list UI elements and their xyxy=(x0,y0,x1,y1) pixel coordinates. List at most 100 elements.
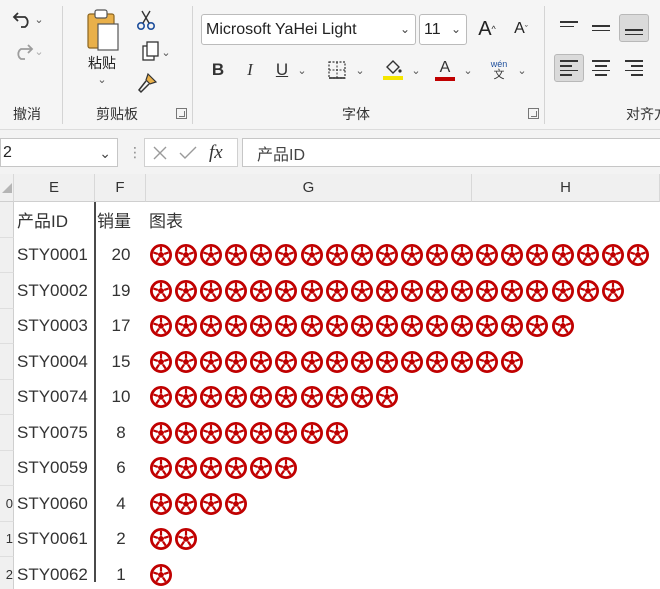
cell-icon-chart[interactable] xyxy=(149,451,657,487)
cell-sales[interactable]: 10 xyxy=(97,380,145,416)
align-left-button[interactable] xyxy=(554,54,584,82)
cell-sales[interactable]: 17 xyxy=(97,309,145,345)
column-header-f[interactable]: F xyxy=(95,174,146,202)
row-header[interactable] xyxy=(0,202,14,238)
soccer-ball-icon xyxy=(200,457,223,480)
cell-icon-chart[interactable] xyxy=(149,238,657,274)
font-color-button[interactable]: A xyxy=(430,56,460,84)
cell-sales[interactable]: 1 xyxy=(97,557,145,589)
align-center-button[interactable] xyxy=(586,54,616,82)
cancel-icon[interactable] xyxy=(153,146,167,160)
soccer-ball-icon xyxy=(375,279,398,302)
underline-button[interactable]: U xyxy=(270,56,294,84)
cell-product-id[interactable]: STY0060 xyxy=(17,486,93,522)
header-cell-product-id[interactable]: 产品ID xyxy=(17,202,93,238)
soccer-ball-icon xyxy=(325,279,348,302)
row-header[interactable] xyxy=(0,415,14,451)
font-launcher-icon[interactable] xyxy=(528,108,539,119)
italic-button[interactable]: I xyxy=(238,56,262,84)
cell-product-id[interactable]: STY0075 xyxy=(17,415,93,451)
row-header[interactable] xyxy=(0,237,14,273)
cell-product-id[interactable]: STY0003 xyxy=(17,309,93,345)
row-header[interactable]: 2 xyxy=(0,557,14,589)
cell-product-id[interactable]: STY0001 xyxy=(17,238,93,274)
soccer-ball-icon xyxy=(150,528,172,551)
enter-check-icon[interactable] xyxy=(179,146,197,160)
format-painter-button[interactable] xyxy=(134,70,160,96)
select-all-corner[interactable] xyxy=(0,174,14,202)
header-cell-sales[interactable]: 销量 xyxy=(97,202,145,238)
cell-sales[interactable]: 15 xyxy=(97,344,145,380)
fill-color-dropdown[interactable]: ⌄ xyxy=(408,56,424,84)
cell-icon-chart[interactable] xyxy=(149,344,657,380)
bold-button[interactable]: B xyxy=(206,56,230,84)
cell-icon-chart[interactable] xyxy=(149,486,657,522)
middle-align-button[interactable] xyxy=(586,14,616,42)
row-header[interactable] xyxy=(0,379,14,415)
fill-color-button[interactable] xyxy=(378,56,408,84)
row-header[interactable]: 1 xyxy=(0,521,14,557)
cell-product-id[interactable]: STY0061 xyxy=(17,522,93,558)
undo-button[interactable]: ⌄ xyxy=(6,6,50,32)
cell-product-id[interactable]: STY0074 xyxy=(17,380,93,416)
insert-function-button[interactable]: fx xyxy=(209,142,223,164)
row-header[interactable] xyxy=(0,344,14,380)
cell-icon-chart[interactable] xyxy=(149,380,657,416)
column-header-e[interactable]: E xyxy=(14,174,95,202)
row-header[interactable] xyxy=(0,308,14,344)
paint-bucket-icon xyxy=(386,60,402,74)
row-header[interactable]: 0 xyxy=(0,486,14,522)
cell-icon-chart[interactable] xyxy=(149,415,657,451)
more-options-icon[interactable]: ⋮ xyxy=(128,144,142,161)
column-header-g[interactable]: G xyxy=(146,174,472,202)
header-cell-chart[interactable]: 图表 xyxy=(149,202,657,238)
font-color-bar xyxy=(435,76,455,81)
soccer-ball-icon xyxy=(250,279,273,302)
cell-product-id[interactable]: STY0059 xyxy=(17,451,93,487)
cell-product-id[interactable]: STY0004 xyxy=(17,344,93,380)
formula-input[interactable]: 产品ID xyxy=(242,138,660,167)
chevron-down-icon: ⌄ xyxy=(399,22,410,36)
cell-icon-chart[interactable] xyxy=(149,309,657,345)
cell-icon-chart[interactable] xyxy=(149,273,657,309)
font-family-select[interactable]: Microsoft YaHei Light ⌄ xyxy=(201,14,416,45)
underline-dropdown[interactable]: ⌄ xyxy=(294,56,310,84)
cell-icon-chart[interactable] xyxy=(149,522,657,558)
bottom-align-button[interactable] xyxy=(619,14,649,42)
align-right-button[interactable] xyxy=(619,54,649,82)
redo-button[interactable]: ⌄ xyxy=(6,38,50,64)
cell-sales[interactable]: 19 xyxy=(97,273,145,309)
font-color-dropdown[interactable]: ⌄ xyxy=(460,56,476,84)
borders-button[interactable] xyxy=(322,56,352,84)
cell-icon-chart[interactable] xyxy=(149,557,657,589)
cell-sales[interactable]: 6 xyxy=(97,451,145,487)
top-align-button[interactable] xyxy=(554,14,584,42)
soccer-ball-icon xyxy=(476,350,499,373)
row-header[interactable] xyxy=(0,450,14,486)
clipboard-launcher-icon[interactable] xyxy=(176,108,187,119)
cell-product-id[interactable]: STY0002 xyxy=(17,273,93,309)
phonetic-dropdown[interactable]: ⌄ xyxy=(514,56,530,84)
font-color-label: A xyxy=(439,58,451,76)
font-size-select[interactable]: 11 ⌄ xyxy=(419,14,467,45)
cell-sales[interactable]: 8 xyxy=(97,415,145,451)
copy-button[interactable]: ⌄ xyxy=(134,40,178,64)
column-header-h[interactable]: H xyxy=(472,174,660,202)
soccer-ball-icon xyxy=(375,315,398,338)
soccer-ball-icon xyxy=(150,244,172,267)
row-header[interactable] xyxy=(0,273,14,309)
cell-sales[interactable]: 2 xyxy=(97,522,145,558)
paste-button[interactable]: 粘贴 ⌄ xyxy=(80,8,124,92)
cell-sales[interactable]: 4 xyxy=(97,486,145,522)
borders-dropdown[interactable]: ⌄ xyxy=(352,56,368,84)
cut-button[interactable] xyxy=(134,8,158,32)
soccer-ball-icon xyxy=(601,244,624,267)
soccer-ball-icon xyxy=(150,386,172,409)
cell-product-id[interactable]: STY0062 xyxy=(17,557,93,589)
decrease-font-button[interactable]: Aˇ xyxy=(506,14,536,44)
cell-sales[interactable]: 20 xyxy=(97,238,145,274)
name-box[interactable]: 2 ⌄ xyxy=(0,138,118,167)
phonetic-guide-button[interactable]: wén 文 xyxy=(484,56,514,84)
increase-font-button[interactable]: A ^ xyxy=(472,14,502,44)
soccer-ball-icon xyxy=(175,350,198,373)
